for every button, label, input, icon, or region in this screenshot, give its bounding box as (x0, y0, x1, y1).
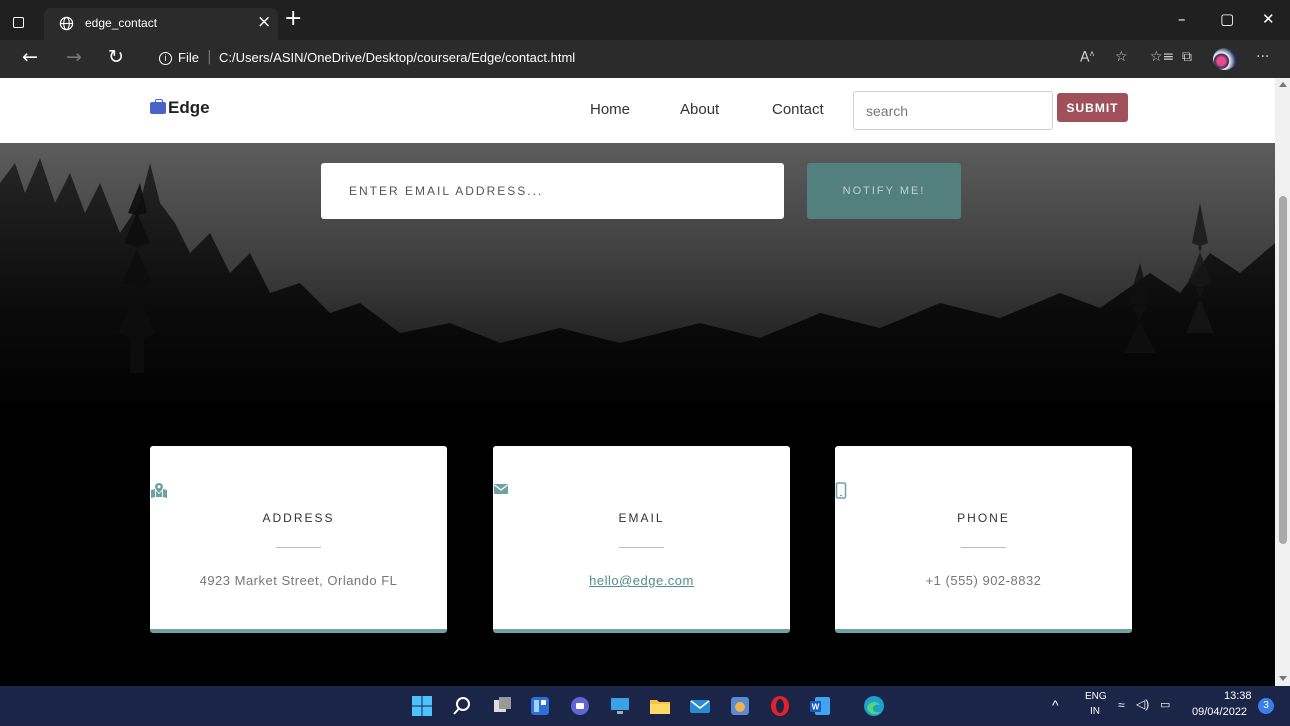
teams-chat-icon[interactable] (568, 694, 592, 718)
refresh-icon[interactable]: ↻ (108, 46, 124, 68)
region-indicator[interactable]: IN (1090, 706, 1100, 717)
show-hidden-icons-icon[interactable]: ^ (1052, 697, 1059, 713)
nav-link-contact[interactable]: Contact (772, 101, 824, 118)
scrollbar-thumb[interactable] (1279, 196, 1287, 544)
collections-icon[interactable]: ⧉ (1182, 49, 1192, 65)
restore-button[interactable]: ▢ (1220, 10, 1234, 28)
search-input[interactable] (853, 91, 1053, 130)
widgets-icon[interactable] (528, 694, 552, 718)
task-view-icon[interactable] (490, 694, 514, 718)
address-bar[interactable]: i File | C:/Users/ASIN/OneDrive/Desktop/… (145, 44, 1155, 73)
map-marked-icon (151, 483, 167, 498)
close-window-button[interactable]: ✕ (1262, 10, 1275, 28)
site-navbar: Edge Home About Contact SUBMIT (0, 78, 1275, 143)
url-scheme-label: File (178, 50, 199, 65)
tab-title: edge_contact (85, 16, 158, 30)
address-card: ADDRESS 4923 Market Street, Orlando FL (150, 446, 447, 633)
phone-card: PHONE +1 (555) 902-8832 (835, 446, 1132, 633)
page-viewport: Edge Home About Contact SUBMIT (0, 78, 1275, 686)
tab-actions-icon[interactable] (13, 17, 24, 28)
language-indicator[interactable]: ENG (1085, 691, 1107, 702)
wifi-icon[interactable]: ≈ (1118, 698, 1125, 712)
briefcase-icon (150, 99, 166, 114)
volume-icon[interactable]: ◁) (1136, 697, 1149, 711)
email-card: EMAIL hello@edge.com (493, 446, 790, 633)
browser-title-bar: edge_contact × + – ▢ ✕ (0, 0, 1290, 40)
forward-arrow-icon[interactable]: → (66, 46, 82, 68)
file-explorer-icon[interactable] (648, 694, 672, 718)
email-subscribe-input[interactable] (321, 163, 784, 219)
tab-close-button[interactable]: × (257, 12, 271, 32)
notification-badge[interactable]: 3 (1258, 698, 1274, 714)
add-favorite-icon[interactable]: ☆ (1115, 49, 1128, 65)
info-icon[interactable]: i (159, 52, 172, 65)
scroll-down-arrow-icon[interactable] (1279, 676, 1287, 681)
browser-toolbar: ← → ↻ i File | C:/Users/ASIN/OneDrive/De… (0, 40, 1290, 78)
edge-browser-icon[interactable] (862, 694, 886, 718)
address-value: 4923 Market Street, Orlando FL (199, 573, 398, 588)
opera-browser-icon[interactable] (768, 694, 792, 718)
desktop-app-icon[interactable] (608, 694, 632, 718)
windows-start-icon[interactable] (410, 694, 434, 718)
notify-me-button[interactable]: NOTIFY ME! (807, 163, 961, 219)
brand-logo[interactable]: Edge (150, 98, 210, 118)
minimize-button[interactable]: – (1178, 10, 1186, 28)
phone-card-title: PHONE (957, 511, 1010, 525)
nav-link-about[interactable]: About (680, 101, 719, 118)
submit-button[interactable]: SUBMIT (1057, 93, 1128, 122)
battery-icon[interactable]: ▭ (1160, 698, 1170, 711)
clock-date[interactable]: 09/04/2022 (1192, 706, 1247, 718)
svg-text:W: W (812, 703, 820, 712)
new-tab-button[interactable]: + (284, 6, 302, 31)
profile-avatar[interactable] (1213, 48, 1237, 70)
windows-taskbar: W ^ ENG IN ≈ ◁) ▭ 13:38 09/04/2022 3 (0, 686, 1290, 726)
email-link[interactable]: hello@edge.com (493, 573, 790, 588)
envelope-icon (494, 484, 508, 494)
browser-tab[interactable]: edge_contact × (44, 8, 278, 40)
brand-name: Edge (168, 98, 210, 117)
hero-section: NOTIFY ME! ADDRESS 4923 Market Street, O… (0, 143, 1275, 686)
mobile-phone-icon (835, 482, 847, 499)
nav-link-home[interactable]: Home (590, 101, 630, 118)
address-card-title: ADDRESS (262, 511, 335, 525)
phone-value: +1 (555) 902-8832 (925, 573, 1042, 588)
photos-app-icon[interactable] (728, 694, 752, 718)
favorites-icon[interactable]: ☆≡ (1150, 49, 1174, 65)
page-scrollbar[interactable] (1275, 78, 1290, 686)
url-text[interactable]: C:/Users/ASIN/OneDrive/Desktop/coursera/… (219, 50, 575, 65)
card-divider (961, 547, 1006, 548)
scroll-up-arrow-icon[interactable] (1279, 82, 1287, 87)
globe-icon (59, 16, 74, 31)
more-menu-icon[interactable]: ··· (1256, 49, 1269, 65)
back-arrow-icon[interactable]: ← (22, 46, 38, 68)
search-icon[interactable] (450, 694, 474, 718)
card-divider (619, 547, 664, 548)
clock-time[interactable]: 13:38 (1224, 690, 1252, 702)
url-separator: | (207, 49, 212, 65)
word-icon[interactable]: W (808, 694, 832, 718)
mail-icon[interactable] (688, 694, 712, 718)
card-divider (276, 547, 321, 548)
email-card-title: EMAIL (618, 511, 665, 525)
read-aloud-icon[interactable]: Aʌ (1080, 49, 1094, 66)
